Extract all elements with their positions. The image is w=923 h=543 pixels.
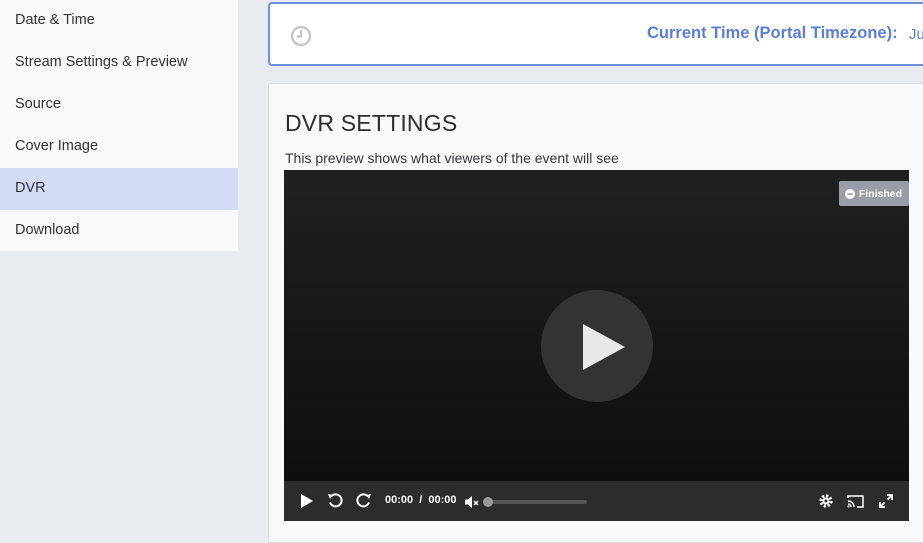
- rewind-icon[interactable]: [327, 492, 344, 509]
- duration: 00:00: [428, 494, 457, 506]
- mute-icon[interactable]: [464, 495, 480, 509]
- play-icon[interactable]: [300, 493, 314, 509]
- current-time-value: Ju: [909, 26, 923, 43]
- sidebar: Date & Time Stream Settings & Preview So…: [0, 0, 238, 251]
- forward-icon[interactable]: [355, 492, 372, 509]
- video-player[interactable]: Finished 00:00 / 00:00: [284, 170, 909, 521]
- current-time: 00:00: [385, 494, 414, 506]
- volume-handle[interactable]: [483, 497, 493, 507]
- play-icon: [583, 324, 625, 370]
- sidebar-item-stream-settings[interactable]: Stream Settings & Preview: [0, 42, 238, 84]
- sidebar-item-dvr[interactable]: DVR: [0, 168, 238, 210]
- gear-icon[interactable]: [819, 494, 833, 508]
- status-badge-label: Finished: [858, 187, 902, 200]
- sidebar-item-download[interactable]: Download: [0, 210, 238, 252]
- sidebar-item-source[interactable]: Source: [0, 84, 238, 126]
- time-separator: /: [419, 494, 423, 506]
- sidebar-item-date-time[interactable]: Date & Time: [0, 0, 238, 42]
- volume-slider[interactable]: [487, 500, 587, 504]
- cast-icon[interactable]: [847, 494, 864, 508]
- big-play-button[interactable]: [541, 290, 653, 402]
- time-readout: 00:00 / 00:00: [385, 494, 456, 506]
- status-badge: Finished: [838, 181, 909, 206]
- clock-icon: [290, 25, 312, 47]
- player-control-bar: 00:00 / 00:00: [284, 481, 909, 521]
- minus-circle-icon: [844, 188, 855, 199]
- current-time-panel: Current Time (Portal Timezone): Ju: [268, 2, 923, 66]
- current-time-label: Current Time (Portal Timezone):: [647, 24, 898, 42]
- preview-description: This preview shows what viewers of the e…: [285, 150, 619, 166]
- page-title: DVR SETTINGS: [285, 110, 458, 136]
- sidebar-item-cover-image[interactable]: Cover Image: [0, 126, 238, 168]
- fullscreen-icon[interactable]: [879, 494, 893, 508]
